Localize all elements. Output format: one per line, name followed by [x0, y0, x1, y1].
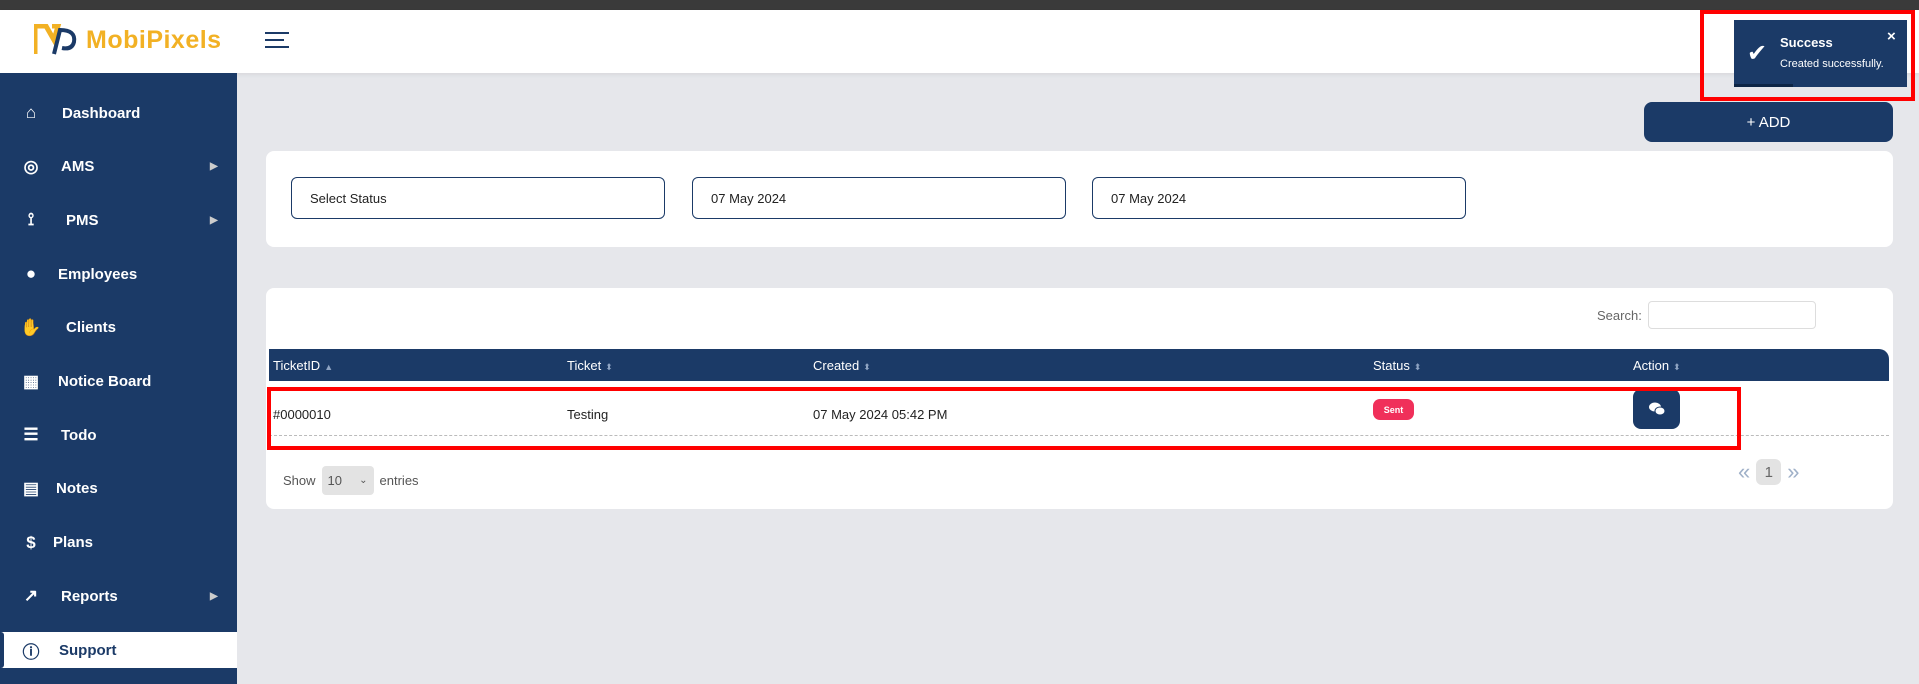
- sort-icon: ⬍: [1673, 362, 1681, 372]
- caret-right-icon: ▶: [210, 590, 218, 602]
- status-select[interactable]: Select Status: [291, 177, 665, 219]
- sidebar: ⌂ Dashboard ◎ AMS ▶ ⟟ PMS ▶ ● Employees ✋ Clients ▦ N…: [0, 73, 237, 684]
- table-header: TicketID ▲ Ticket ⬍ Created ⬍ Status ⬍ Actio…: [269, 349, 1889, 381]
- sidebar-item-clients[interactable]: ✋ Clients: [0, 310, 237, 346]
- user-icon: ●: [25, 264, 37, 284]
- to-date-input[interactable]: 07 May 2024: [1092, 177, 1466, 219]
- sort-icon: ⬍: [863, 362, 871, 372]
- sidebar-item-label: AMS: [61, 158, 95, 176]
- sort-icon: ⬍: [605, 362, 613, 372]
- sidebar-item-notes[interactable]: ▤ Notes: [0, 471, 237, 507]
- dollar-icon: $: [26, 532, 36, 552]
- toast-progress: [1734, 84, 1793, 87]
- sidebar-item-label: Dashboard: [62, 104, 141, 122]
- info-icon: ⓘ: [22, 642, 40, 662]
- sidebar-item-label: Notice Board: [58, 373, 152, 390]
- search-input[interactable]: [1648, 301, 1816, 329]
- toast-title: Success: [1780, 35, 1833, 50]
- sidebar-item-todo[interactable]: ☰ Todo: [0, 417, 237, 453]
- sidebar-item-pms[interactable]: ⟟ PMS ▶: [0, 202, 237, 238]
- ticket-title: Testing: [567, 407, 609, 422]
- next-page-button[interactable]: »: [1787, 459, 1799, 485]
- column-action[interactable]: Action ⬍: [1633, 358, 1681, 373]
- sort-icon: ⬍: [1413, 362, 1422, 372]
- from-date-input[interactable]: 07 May 2024: [692, 177, 1066, 219]
- logo-text: MobiPixels: [86, 25, 222, 54]
- chat-button[interactable]: [1633, 389, 1680, 429]
- sidebar-item-notice-board[interactable]: ▦ Notice Board: [0, 364, 237, 400]
- sidebar-item-dashboard[interactable]: ⌂ Dashboard: [0, 95, 237, 131]
- checklist-icon: ☰: [23, 425, 39, 445]
- toast-message: Created successfully.: [1780, 58, 1884, 70]
- caret-right-icon: ▶: [210, 214, 218, 226]
- filter-card: Select Status 07 May 2024 07 May 2024: [266, 151, 1893, 247]
- logo[interactable]: MobiPixels: [34, 24, 222, 56]
- chart-line-icon: ↗: [23, 586, 39, 606]
- ticket-id: #0000010: [273, 407, 331, 422]
- sidebar-item-label: Plans: [53, 534, 94, 552]
- sidebar-item-label: Notes: [56, 480, 98, 498]
- caret-right-icon: ▶: [210, 161, 218, 173]
- sidebar-item-employees[interactable]: ● Employees: [0, 256, 237, 292]
- sidebar-item-label: Reports: [61, 587, 118, 605]
- sidebar-item-label: Clients: [66, 319, 117, 337]
- sidebar-item-label: Todo: [61, 426, 97, 444]
- previous-page-button[interactable]: «: [1738, 459, 1750, 485]
- sidebar-item-label: PMS: [66, 211, 99, 229]
- calendar-icon: ▦: [22, 371, 40, 391]
- close-icon[interactable]: ×: [1887, 28, 1896, 45]
- table-row: #0000010 Testing 07 May 2024 05:42 PM Se…: [269, 389, 1889, 436]
- menu-toggle-icon[interactable]: [265, 32, 289, 50]
- header: MobiPixels: [0, 10, 1919, 73]
- fingerprint-icon: ◎: [23, 156, 39, 176]
- logo-mark-icon: [34, 24, 77, 55]
- search-label: Search:: [1597, 308, 1642, 323]
- ticket-created: 07 May 2024 05:42 PM: [813, 407, 948, 422]
- comments-icon: [1648, 402, 1665, 416]
- sidebar-item-label: Employees: [58, 265, 138, 283]
- sidebar-item-label: Support: [59, 641, 117, 659]
- entries-control: Show 10 ⌄ entries: [283, 466, 419, 495]
- page-1-button[interactable]: 1: [1756, 459, 1782, 485]
- sidebar-item-plans[interactable]: $ Plans: [0, 525, 237, 561]
- success-toast: ✔ Success Created successfully. ×: [1734, 20, 1907, 87]
- sort-asc-icon: ▲: [324, 362, 334, 372]
- column-status[interactable]: Status ⬍: [1373, 358, 1421, 373]
- pagination: « 1 »: [1738, 459, 1800, 485]
- sidebar-item-reports[interactable]: ↗ Reports ▶: [0, 578, 237, 614]
- tickets-table-card: Search: TicketID ▲ Ticket ⬍ Created ⬍ Statu…: [266, 288, 1893, 509]
- entries-select[interactable]: 10 ⌄: [321, 466, 374, 495]
- column-ticketid[interactable]: TicketID ▲: [273, 358, 333, 373]
- status-badge: Sent: [1373, 399, 1414, 420]
- chevron-down-icon: ⌄: [359, 475, 368, 486]
- note-icon: ▤: [22, 478, 40, 498]
- check-icon: ✔: [1747, 40, 1768, 67]
- add-button[interactable]: + ADD: [1644, 102, 1893, 142]
- column-ticket[interactable]: Ticket ⬍: [567, 358, 613, 373]
- bezier-icon: ⟟: [27, 210, 35, 230]
- column-created[interactable]: Created ⬍: [813, 358, 871, 373]
- handshake-icon: ✋: [20, 317, 42, 337]
- home-icon: ⌂: [25, 103, 37, 122]
- sidebar-item-ams[interactable]: ◎ AMS ▶: [0, 149, 237, 185]
- sidebar-item-support[interactable]: ⓘ Support: [0, 632, 237, 668]
- browser-top-bar: [0, 0, 1919, 10]
